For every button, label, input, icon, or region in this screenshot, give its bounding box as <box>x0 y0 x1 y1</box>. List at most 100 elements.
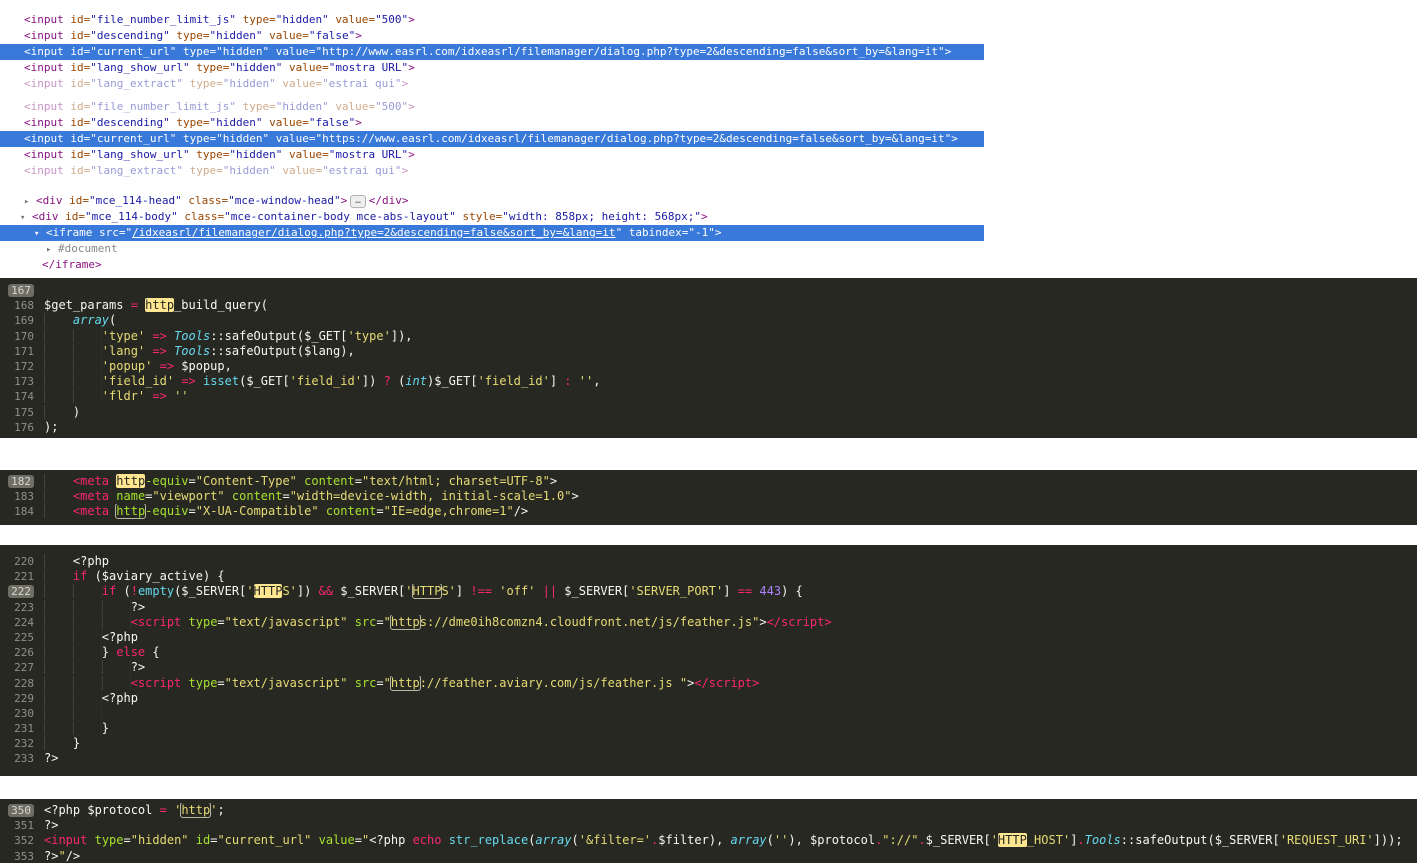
node-iframe-dialog[interactable]: ▾ <iframe src="/idxeasrl/filemanager/dial… <box>0 225 984 241</box>
code-token: : <box>564 374 572 389</box>
code-line[interactable]: 231 } <box>0 721 1417 736</box>
devtools-token: value= <box>288 148 329 161</box>
collapse-arrow-icon[interactable]: ▾ <box>34 226 46 242</box>
expand-arrow-icon[interactable]: ▸ <box>24 194 36 210</box>
devtools-token: id= <box>70 100 91 113</box>
devtools-token: > <box>714 226 722 239</box>
code-token: ?> <box>130 660 146 675</box>
code-token: array <box>72 313 110 328</box>
code-line[interactable]: 221 if ($aviary_active) { <box>0 569 1417 584</box>
code-line[interactable]: 233 ?> <box>0 751 1417 766</box>
devtools-token: "lang_show_url" <box>90 148 190 161</box>
devtools-token: "mce_114-head" <box>89 194 182 207</box>
code-token: -equiv <box>145 474 189 488</box>
code-line[interactable]: 228 <script type="text/javascript" src="… <box>0 675 1417 691</box>
code-line[interactable]: 229 <?php <box>0 690 1417 706</box>
devtools-token <box>236 100 243 113</box>
code-token: s://dme0ih8comzn4.cloudfront.net/js/feat… <box>419 614 760 629</box>
code-line[interactable]: 170 'type' => Tools::safeOutput($_GET['t… <box>0 328 1417 344</box>
code-line[interactable]: 227 ?> <box>0 660 1417 675</box>
code-text: 'fldr' => '' <box>44 389 1417 404</box>
node-iframe-close[interactable]: </iframe> <box>0 257 1417 273</box>
node-input-current-url-https[interactable]: <input id="current_url" type="hidden" va… <box>0 131 984 147</box>
code-token: = <box>188 504 196 519</box>
code-token: /> <box>65 848 81 863</box>
node-document[interactable]: ▸ #document <box>0 241 1417 257</box>
find-current-highlight: HTTP <box>253 584 283 599</box>
code-token: 'field_id' <box>101 374 175 389</box>
node-input-current-url-http[interactable]: <input id="current_url" type="hidden" va… <box>0 44 984 60</box>
code-line[interactable]: 225 <?php <box>0 629 1417 645</box>
devtools-token <box>183 77 190 90</box>
devtools-token: "lang_extract" <box>90 77 183 90</box>
code-line[interactable]: 182 <meta http-equiv="Content-Type" cont… <box>0 474 1417 489</box>
node-input-descending[interactable]: <input id="descending" type="hidden" val… <box>0 115 1417 131</box>
code-token: Tools <box>1084 833 1121 848</box>
find-match-highlight: http <box>389 675 421 691</box>
devtools-token: #document <box>58 242 118 255</box>
line-number: 167 <box>0 283 44 298</box>
devtools-token: /idxeasrl/filemanager/dialog.php?type=2&… <box>132 226 616 239</box>
line-number: 232 <box>14 737 34 751</box>
node-input-file-number-limit[interactable]: <input id="file_number_limit_js" type="h… <box>0 99 1417 115</box>
node-input-lang-show-url[interactable]: <input id="lang_show_url" type="hidden" … <box>0 147 1417 163</box>
code-line[interactable]: 173 'field_id' => isset($_GET['field_id'… <box>0 374 1417 389</box>
code-line[interactable]: 222 if (!empty($_SERVER['HTTPS']) && $_S… <box>0 584 1417 600</box>
devtools-token: class= <box>188 194 229 207</box>
code-line[interactable]: 174 'fldr' => '' <box>0 389 1417 404</box>
code-line[interactable]: 226 } else { <box>0 645 1417 660</box>
code-line[interactable]: 184 <meta http-equiv="X-UA-Compatible" c… <box>0 504 1417 520</box>
code-line[interactable]: 176); <box>0 420 1417 435</box>
code-line[interactable]: 175 ) <box>0 404 1417 420</box>
code-token: ://feather.aviary.com/js/feather.js " <box>419 675 688 690</box>
node-input-lang-extract[interactable]: <input id="lang_extract" type="hidden" v… <box>0 76 1417 92</box>
devtools-token: > <box>355 116 362 129</box>
node-div-mce-body[interactable]: ▾ <div id="mce_114-body" class="mce-conta… <box>0 209 1417 225</box>
code-line[interactable]: 224 <script type="text/javascript" src="… <box>0 614 1417 630</box>
code-line[interactable]: 230 <box>0 705 1417 721</box>
code-line[interactable]: 232 } <box>0 736 1417 751</box>
code-line[interactable]: 220 <?php <box>0 554 1417 569</box>
code-line[interactable]: 171 'lang' => Tools::safeOutput($lang), <box>0 343 1417 359</box>
code-line[interactable]: 168 $get_params = http_build_query( <box>0 298 1417 313</box>
code-line[interactable]: 183 <meta name="viewport" content="width… <box>0 489 1417 504</box>
devtools-token: > <box>401 164 409 177</box>
code-token: ( <box>116 584 131 599</box>
code-line[interactable]: 172 'popup' => $popup, <box>0 358 1417 374</box>
code-token: , <box>593 374 601 389</box>
collapse-arrow-icon[interactable]: ▾ <box>20 210 32 226</box>
devtools-token: <input <box>24 132 64 145</box>
line-number: 169 <box>14 314 34 328</box>
code-token: <input <box>44 833 88 848</box>
devtools-token: type= <box>189 77 223 90</box>
devtools-token <box>236 13 243 26</box>
node-input-descending[interactable]: <input id="descending" type="hidden" val… <box>0 28 1417 44</box>
devtools-elements-block-1: <input id="file_number_limit_js" type="h… <box>0 12 1417 92</box>
code-token: ), <box>788 833 811 848</box>
inline-expand-button[interactable]: … <box>350 195 366 208</box>
expand-arrow-icon[interactable]: ▸ <box>46 242 58 258</box>
devtools-token: value= <box>335 13 376 26</box>
devtools-token: "estrai qui" <box>322 77 402 90</box>
code-line[interactable]: 223 ?> <box>0 599 1417 615</box>
code-token: <?php <box>101 690 138 705</box>
code-line[interactable]: 352 <input type="hidden" id="current_url"… <box>0 833 1417 848</box>
code-line[interactable]: 351 ?> <box>0 818 1417 833</box>
code-token: ( <box>390 374 406 389</box>
code-line[interactable]: 167 <box>0 283 1417 298</box>
node-input-lang-show-url[interactable]: <input id="lang_show_url" type="hidden" … <box>0 60 1417 76</box>
code-line[interactable]: 350 <?php $protocol = 'http'; <box>0 803 1417 818</box>
code-line[interactable]: 353 ?>"/> <box>0 849 1417 863</box>
code-line[interactable]: 169 array( <box>0 313 1417 328</box>
devtools-token: "false" <box>308 116 356 129</box>
code-token: = <box>188 474 196 488</box>
code-token: ' <box>246 584 254 599</box>
code-text: if (!empty($_SERVER['HTTPS']) && $_SERVE… <box>44 584 1417 600</box>
code-token: = <box>123 833 131 848</box>
node-input-file-number-limit[interactable]: <input id="file_number_limit_js" type="h… <box>0 12 1417 28</box>
node-div-mce-head[interactable]: ▸ <div id="mce_114-head" class="mce-windo… <box>0 193 1417 209</box>
devtools-token: type= <box>242 13 276 26</box>
node-input-lang-extract[interactable]: <input id="lang_extract" type="hidden" v… <box>0 163 1417 179</box>
devtools-token: "file_number_limit_js" <box>90 13 236 26</box>
code-text: $get_params = http_build_query( <box>44 298 1417 313</box>
